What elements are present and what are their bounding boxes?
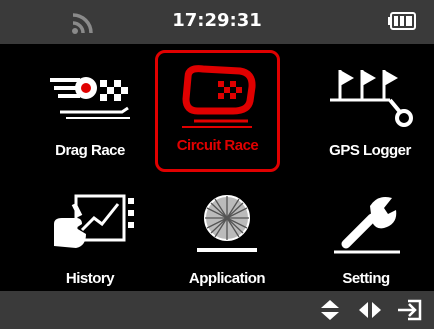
battery-icon xyxy=(388,12,416,30)
menu-item-drag-race[interactable]: Drag Race xyxy=(30,60,150,172)
clock: 17:29:31 xyxy=(172,10,262,31)
menu-item-application[interactable]: Application xyxy=(167,188,287,300)
menu-item-gps-logger[interactable]: GPS Logger xyxy=(310,60,430,172)
menu-label: History xyxy=(65,270,115,287)
circuit-race-icon xyxy=(181,65,256,128)
history-icon xyxy=(54,194,134,248)
setting-icon xyxy=(334,197,400,254)
drag-race-icon xyxy=(50,77,130,119)
menu-label: Setting xyxy=(342,270,390,287)
enter-icon[interactable] xyxy=(396,299,424,321)
menu-item-circuit-race[interactable]: Circuit Race xyxy=(155,50,280,172)
menu-label: Application xyxy=(188,270,266,287)
up-down-arrows-icon[interactable] xyxy=(318,299,342,321)
device-screen: 17:29:31 Drag Race Circuit Race GPS Logg… xyxy=(0,0,434,329)
menu-item-history[interactable]: History xyxy=(30,188,150,300)
status-bar: 17:29:31 xyxy=(0,0,434,44)
left-right-arrows-icon[interactable] xyxy=(358,299,382,321)
menu-label: Circuit Race xyxy=(176,137,259,154)
menu-label: GPS Logger xyxy=(329,142,411,159)
menu-item-setting[interactable]: Setting xyxy=(306,188,426,300)
navigation-bar xyxy=(0,291,434,329)
application-icon xyxy=(197,195,257,252)
gps-logger-icon xyxy=(330,70,413,127)
